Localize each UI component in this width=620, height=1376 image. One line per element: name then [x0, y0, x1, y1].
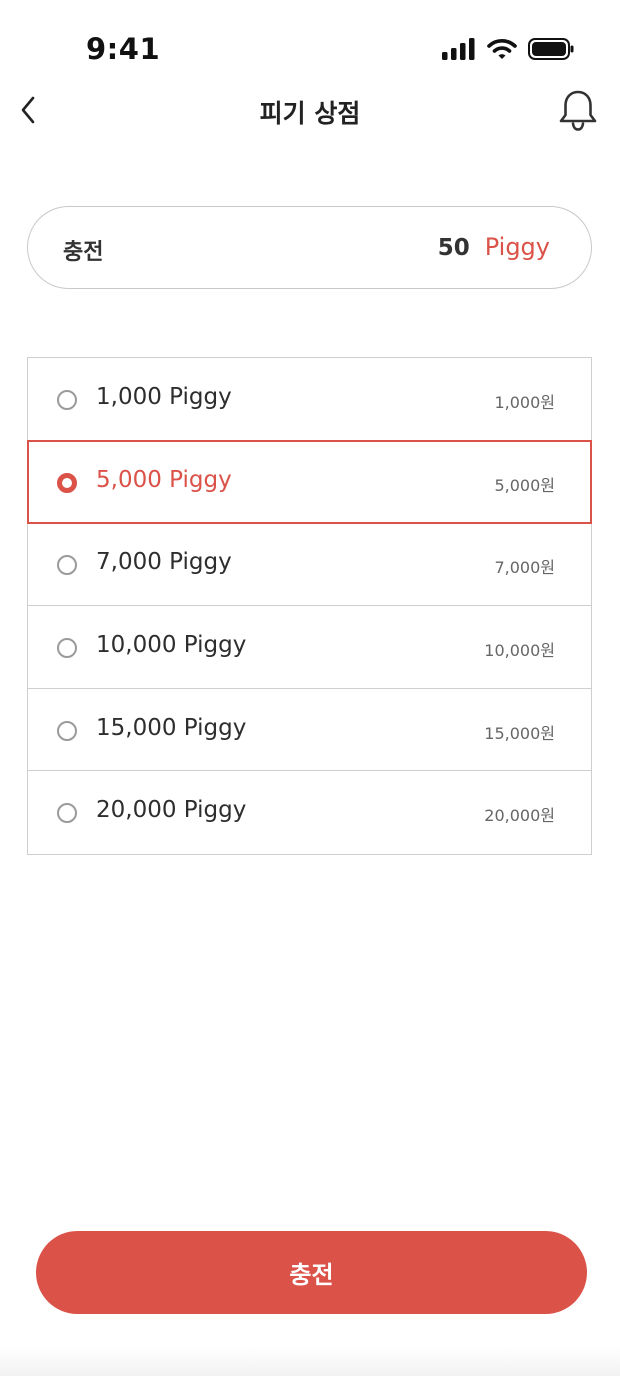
notification-button[interactable]	[556, 86, 600, 136]
option-price: 5,000원	[494, 475, 555, 495]
option-price: 10,000원	[484, 640, 555, 660]
option-1000-piggy[interactable]: 1,000 Piggy 1,000원	[28, 358, 591, 441]
option-label: 5,000 Piggy	[96, 466, 232, 493]
option-label: 7,000 Piggy	[96, 549, 232, 576]
option-15000-piggy[interactable]: 15,000 Piggy 15,000원	[28, 688, 591, 772]
status-icons	[442, 38, 574, 64]
radio-button[interactable]	[57, 637, 77, 658]
wifi-icon	[487, 38, 517, 64]
page-title: 피기 상점	[259, 99, 361, 128]
option-7000-piggy[interactable]: 7,000 Piggy 7,000원	[28, 523, 591, 606]
option-price: 1,000원	[494, 393, 555, 412]
radio-button-selected[interactable]	[57, 472, 77, 493]
bell-icon	[559, 90, 597, 131]
radio-button[interactable]	[57, 720, 77, 741]
option-price: 15,000원	[484, 723, 555, 743]
app-header: 피기 상점	[0, 80, 620, 142]
charge-button[interactable]: 충전	[36, 1231, 587, 1314]
balance-amount: 50	[437, 235, 470, 261]
status-bar: 9:41	[0, 0, 620, 90]
option-10000-piggy[interactable]: 10,000 Piggy 10,000원	[28, 605, 591, 689]
piggy-option-list: 1,000 Piggy 1,000원 5,000 Piggy 5,000원 7,…	[27, 357, 592, 855]
radio-button[interactable]	[57, 803, 77, 824]
balance-value: 50 Piggy	[438, 233, 550, 261]
option-5000-piggy[interactable]: 5,000 Piggy 5,000원	[27, 439, 592, 525]
home-indicator-area	[0, 1346, 620, 1376]
status-time: 9:41	[86, 32, 161, 66]
option-label: 15,000 Piggy	[96, 714, 247, 741]
balance-card: 충전 50 Piggy	[27, 206, 592, 289]
radio-button[interactable]	[57, 390, 77, 410]
signal-icon	[442, 38, 476, 64]
option-price: 20,000원	[484, 806, 555, 826]
option-20000-piggy[interactable]: 20,000 Piggy 20,000원	[28, 771, 591, 854]
battery-icon	[528, 38, 574, 64]
radio-button[interactable]	[57, 555, 77, 576]
option-label: 1,000 Piggy	[96, 384, 232, 410]
option-label: 20,000 Piggy	[96, 797, 247, 824]
balance-label: 충전	[63, 240, 104, 265]
option-price: 7,000원	[494, 558, 555, 578]
option-label: 10,000 Piggy	[96, 631, 247, 658]
piggy-shop-screen: 9:41 피기 상점 충전 50 Piggy 1,000 Piggy 1,000…	[0, 0, 620, 1376]
balance-unit: Piggy	[484, 233, 550, 261]
